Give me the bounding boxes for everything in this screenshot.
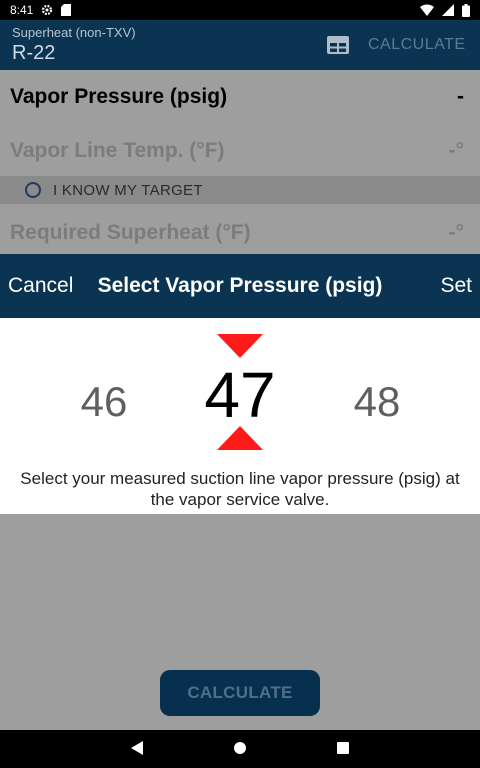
app-bar: Superheat (non-TXV) R-22 CALCULATE [0,20,480,70]
picker-dialog-body: 46 47 48 Select your measured suction li… [0,318,480,514]
vapor-line-temp-label: Vapor Line Temp. (°F) [10,139,225,162]
calculate-top-button[interactable]: CALCULATE [368,36,466,54]
set-button[interactable]: Set [440,274,472,298]
triangle-down-icon[interactable] [217,334,263,358]
navigation-bar [0,730,480,768]
calculate-bottom-button[interactable]: CALCULATE [160,670,320,716]
picker-description: Select your measured suction line vapor … [20,469,460,509]
picker-previous-value[interactable]: 46 [62,378,146,426]
picker-dialog-header: Select Vapor Pressure (psig) Cancel Set [0,254,480,318]
vapor-pressure-label: Vapor Pressure (psig) [10,85,228,108]
refrigerant-title: R-22 [12,42,56,64]
status-right [420,3,470,17]
wifi-icon [420,4,434,16]
vapor-pressure-row[interactable]: Vapor Pressure (psig) - [0,70,480,124]
target-radio[interactable] [25,182,41,198]
picker-next-value[interactable]: 48 [335,378,419,426]
picker-current-value[interactable]: 47 [180,358,300,432]
required-superheat-row[interactable]: Required Superheat (°F) -° [0,206,480,260]
cancel-button[interactable]: Cancel [8,274,73,298]
app-subtitle: Superheat (non-TXV) [12,25,136,40]
required-superheat-value: -° [448,221,464,244]
status-left: 8:41 [10,3,72,17]
settings-icon [42,4,53,16]
home-icon[interactable] [233,740,247,756]
recents-icon[interactable] [336,740,350,756]
back-icon[interactable] [130,740,144,756]
status-bar: 8:41 [0,0,480,20]
triangle-up-icon[interactable] [217,426,263,450]
target-option-row[interactable]: I KNOW MY TARGET [0,176,480,204]
vapor-line-temp-row[interactable]: Vapor Line Temp. (°F) -° [0,124,480,178]
vapor-line-temp-value: -° [448,139,464,162]
status-time: 8:41 [10,3,34,17]
required-superheat-label: Required Superheat (°F) [10,221,251,244]
sd-card-icon [61,4,72,16]
vapor-pressure-value: - [457,85,464,108]
signal-icon [442,4,454,16]
target-option-label: I KNOW MY TARGET [53,181,203,199]
battery-icon [462,3,470,17]
table-icon[interactable] [325,34,351,56]
